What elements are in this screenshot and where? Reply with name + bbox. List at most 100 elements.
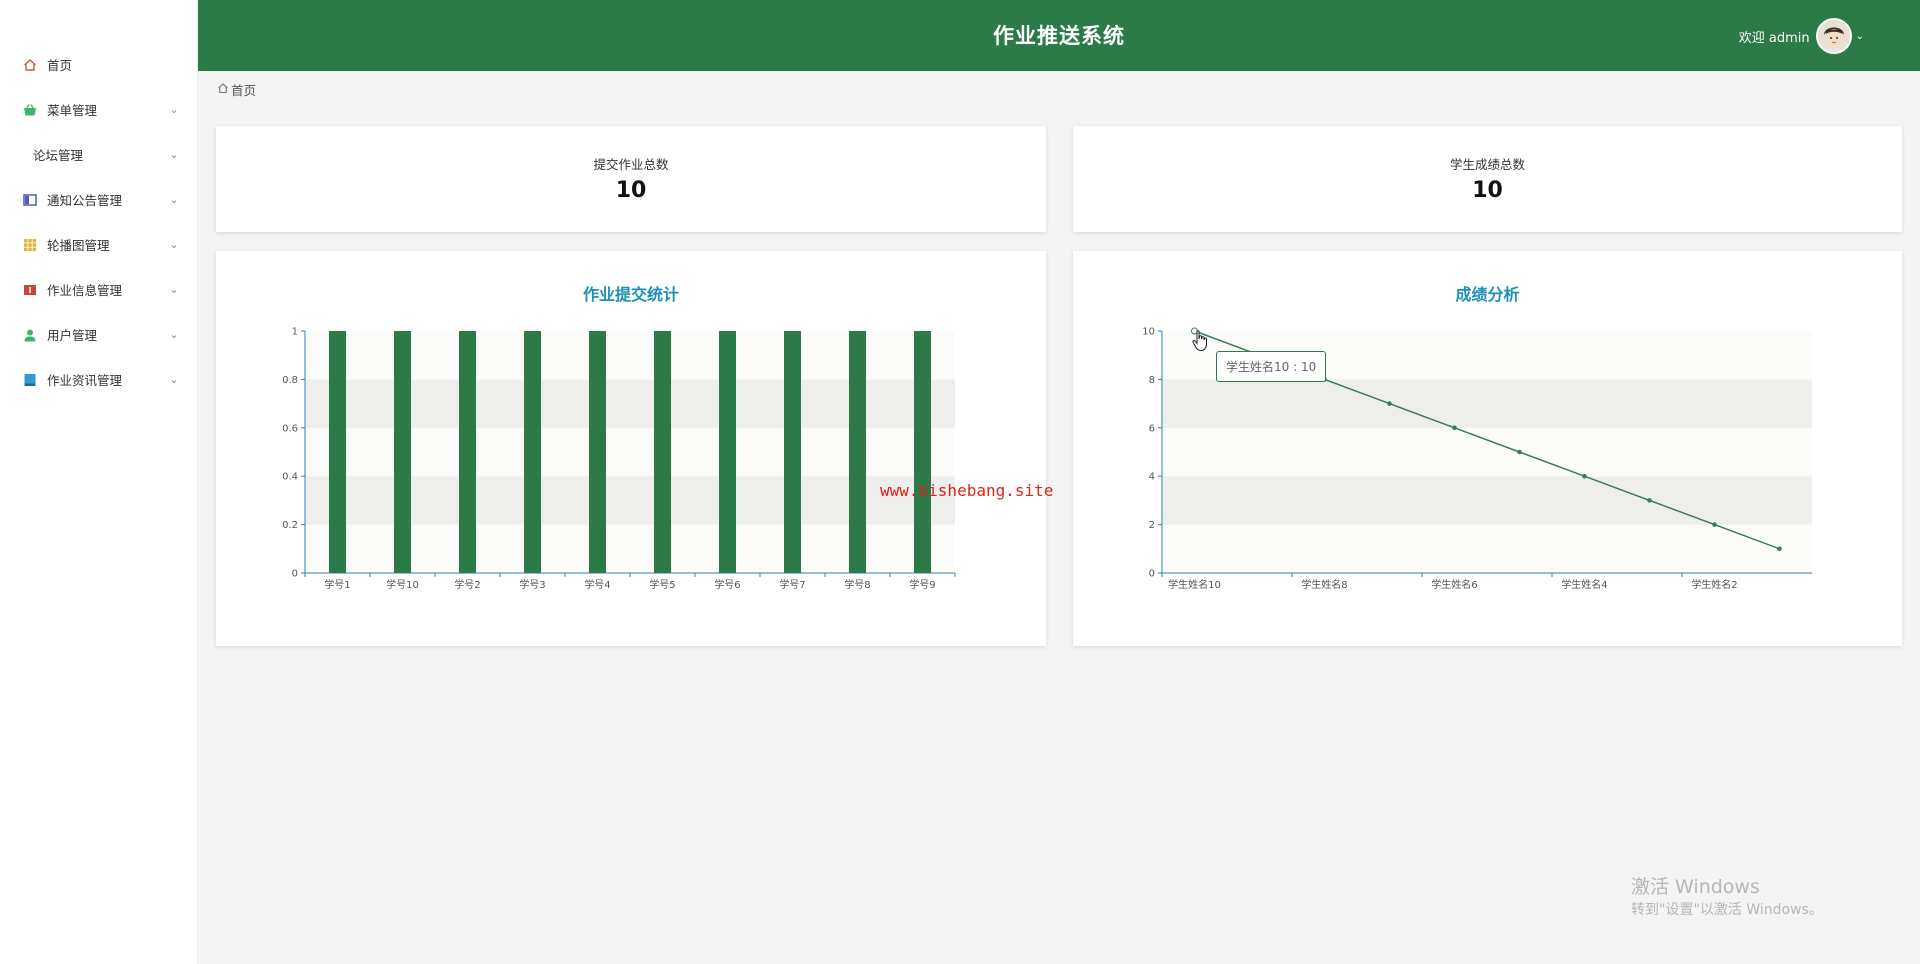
sidebar: 首页 菜单管理 ⌄ 论坛管理 ⌄ 通知公告管理 ⌄ 轮播图管理 ⌄ 作业信息管理… bbox=[0, 0, 198, 964]
hand-cursor-icon bbox=[1192, 330, 1210, 356]
x-tick-label: 学号2 bbox=[454, 578, 480, 591]
stat-label: 学生成绩总数 bbox=[1449, 157, 1525, 172]
x-tick-label: 学号1 bbox=[324, 578, 350, 591]
bar bbox=[784, 331, 801, 573]
home-icon bbox=[22, 57, 37, 72]
chevron-down-icon: ⌄ bbox=[169, 283, 179, 296]
x-tick-label: 学号9 bbox=[909, 578, 935, 591]
chart-band bbox=[1162, 524, 1812, 573]
data-point bbox=[1777, 546, 1782, 552]
y-tick-label: 2 bbox=[1149, 520, 1155, 531]
grid-icon bbox=[22, 237, 37, 252]
user-icon bbox=[22, 327, 37, 342]
user-menu[interactable]: 欢迎 admin ⌄ bbox=[1739, 18, 1864, 54]
chart-band bbox=[1162, 379, 1812, 428]
line-chart: 0 2 4 6 8 10 学生姓名10 学生姓名8 学生姓名6 学生姓名4 学生姓名2 bbox=[1142, 327, 1812, 591]
x-tick-label: 学生姓名6 bbox=[1431, 578, 1477, 591]
bar bbox=[719, 331, 736, 573]
bar bbox=[654, 331, 671, 573]
chart-tooltip: 学生姓名10 : 10 bbox=[1216, 351, 1327, 382]
chevron-down-icon: ⌄ bbox=[169, 193, 179, 206]
chevron-down-icon: ⌄ bbox=[169, 328, 179, 341]
line-chart-card: 成绩分析 0 2 4 6 8 10 学生姓名10 学生姓名8 学生姓名6 学生姓名4 学生姓名2 bbox=[1073, 251, 1902, 646]
x-tick-label: 学号10 bbox=[386, 578, 419, 591]
welcome-text: 欢迎 admin bbox=[1738, 30, 1810, 46]
bar-chart: 0 0.2 0.4 0.6 0.8 1 学号1 学号10 学号2 学号3 学号4 学号5 学号6 学号7 学… bbox=[282, 327, 956, 591]
sidebar-item-label: 通知公告管理 bbox=[47, 193, 123, 208]
chevron-down-icon: ⌄ bbox=[169, 148, 179, 161]
data-point bbox=[1387, 401, 1392, 406]
stat-label: 提交作业总数 bbox=[593, 157, 669, 172]
breadcrumb-home[interactable]: 首页 bbox=[231, 80, 256, 99]
top-header: 作业推送系统 欢迎 admin ⌄ bbox=[198, 0, 1920, 71]
home-icon bbox=[217, 82, 229, 97]
x-tick-label: 学号5 bbox=[649, 578, 675, 591]
data-point bbox=[1517, 449, 1522, 455]
x-tick-label: 学号3 bbox=[519, 578, 545, 591]
sidebar-menu: 首页 菜单管理 ⌄ 论坛管理 ⌄ 通知公告管理 ⌄ 轮播图管理 ⌄ 作业信息管理… bbox=[0, 42, 198, 402]
sidebar-item-menu-management[interactable]: 菜单管理 ⌄ bbox=[0, 87, 198, 132]
chevron-down-icon: ⌄ bbox=[169, 103, 179, 116]
data-point bbox=[1712, 522, 1717, 527]
data-point bbox=[1582, 473, 1587, 479]
y-tick-label: 0.6 bbox=[282, 423, 298, 434]
sidebar-item-label: 菜单管理 bbox=[47, 103, 98, 118]
data-point bbox=[1647, 498, 1652, 503]
chart-band bbox=[1162, 476, 1812, 525]
chevron-down-icon: ⌄ bbox=[169, 373, 179, 386]
y-tick-label: 1 bbox=[292, 327, 298, 338]
chart-band bbox=[1162, 427, 1812, 477]
sidebar-item-label: 作业信息管理 bbox=[47, 283, 123, 298]
bar bbox=[914, 331, 931, 573]
system-title: 作业推送系统 bbox=[993, 24, 1125, 48]
y-tick-label: 8 bbox=[1149, 375, 1155, 386]
basket-icon bbox=[22, 102, 37, 117]
x-tick-label: 学号4 bbox=[584, 578, 610, 591]
sidebar-item-label: 作业资讯管理 bbox=[47, 373, 123, 388]
bar bbox=[329, 331, 346, 573]
sidebar-item-notice-management[interactable]: 通知公告管理 ⌄ bbox=[0, 177, 198, 222]
sidebar-item-news-management[interactable]: 作业资讯管理 ⌄ bbox=[0, 357, 198, 402]
y-tick-label: 4 bbox=[1149, 472, 1155, 483]
y-tick-label: 0.2 bbox=[282, 520, 298, 531]
sidebar-item-homework-management[interactable]: 作业信息管理 ⌄ bbox=[0, 267, 198, 312]
sidebar-item-carousel-management[interactable]: 轮播图管理 ⌄ bbox=[0, 222, 198, 267]
x-tick-label: 学号6 bbox=[714, 578, 740, 591]
x-tick-label: 学生姓名2 bbox=[1691, 578, 1737, 591]
stat-card-homework-total: 提交作业总数 10 bbox=[216, 126, 1046, 232]
x-tick-label: 学号8 bbox=[844, 578, 870, 591]
windows-activation-title: 激活 Windows bbox=[1631, 876, 1760, 898]
x-tick-label: 学生姓名10 bbox=[1168, 578, 1221, 591]
chevron-down-icon: ⌄ bbox=[169, 238, 179, 251]
sidebar-item-label: 轮播图管理 bbox=[47, 238, 110, 253]
x-tick-label: 学号7 bbox=[779, 578, 805, 591]
bar bbox=[524, 331, 541, 573]
stat-value: 10 bbox=[1472, 178, 1503, 203]
data-point bbox=[1452, 425, 1457, 431]
y-tick-label: 0 bbox=[1149, 569, 1155, 580]
sidebar-item-user-management[interactable]: 用户管理 ⌄ bbox=[0, 312, 198, 357]
y-tick-label: 0.8 bbox=[282, 375, 298, 386]
chevron-down-icon: ⌄ bbox=[1855, 30, 1864, 42]
bar bbox=[394, 331, 411, 573]
y-tick-label: 0.4 bbox=[282, 472, 298, 483]
y-tick-label: 10 bbox=[1142, 327, 1155, 338]
sidebar-item-home[interactable]: 首页 bbox=[0, 42, 198, 87]
windows-activation-subtitle: 转到"设置"以激活 Windows。 bbox=[1631, 902, 1823, 918]
notice-icon bbox=[22, 192, 37, 207]
sidebar-item-label: 首页 bbox=[47, 58, 73, 73]
sidebar-item-forum-management[interactable]: 论坛管理 ⌄ bbox=[0, 132, 198, 177]
y-tick-label: 0 bbox=[292, 569, 298, 580]
bar bbox=[589, 331, 606, 573]
bar bbox=[849, 331, 866, 573]
stat-card-score-total: 学生成绩总数 10 bbox=[1073, 126, 1902, 232]
avatar[interactable] bbox=[1815, 18, 1852, 54]
news-icon bbox=[22, 372, 37, 387]
bar-chart-card: 作业提交统计 0 0.2 0.4 0.6 0.8 1 学号1 学号10 学号2 学号3 学号4 学号5… bbox=[216, 251, 1046, 646]
y-tick-label: 6 bbox=[1149, 423, 1155, 434]
x-tick-label: 学生姓名8 bbox=[1301, 578, 1347, 591]
watermark-text: www.bishebang.site bbox=[880, 481, 1054, 500]
bar bbox=[459, 331, 476, 573]
homework-icon bbox=[22, 282, 37, 297]
breadcrumb: 首页 bbox=[217, 80, 256, 99]
